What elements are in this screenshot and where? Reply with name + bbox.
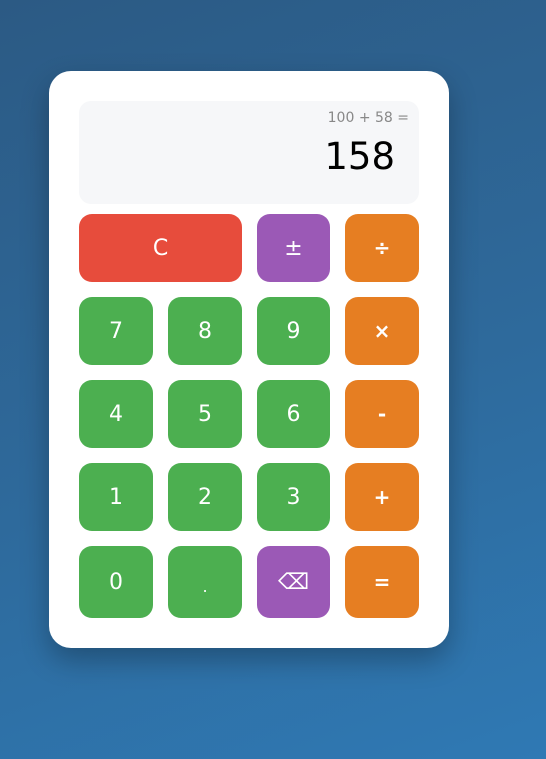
add-button[interactable]: + — [345, 463, 419, 531]
digit-4-button[interactable]: 4 — [79, 380, 153, 448]
backspace-button[interactable]: ⌫ — [257, 546, 330, 618]
subtract-button[interactable]: - — [345, 380, 419, 448]
divide-button[interactable]: ÷ — [345, 214, 419, 282]
digit-9-button[interactable]: 9 — [257, 297, 330, 365]
expression-readout: 100 + 58 = — [327, 110, 409, 126]
digit-1-button[interactable]: 1 — [79, 463, 153, 531]
decimal-button[interactable]: . — [168, 546, 242, 618]
digit-0-button[interactable]: 0 — [79, 546, 153, 618]
digit-7-button[interactable]: 7 — [79, 297, 153, 365]
backspace-icon: ⌫ — [277, 569, 310, 595]
digit-3-button[interactable]: 3 — [257, 463, 330, 531]
result-readout: 158 — [324, 135, 395, 178]
digit-8-button[interactable]: 8 — [168, 297, 242, 365]
digit-6-button[interactable]: 6 — [257, 380, 330, 448]
digit-2-button[interactable]: 2 — [168, 463, 242, 531]
equals-button[interactable]: = — [345, 546, 419, 618]
plus-minus-button[interactable]: ± — [257, 214, 330, 282]
decimal-label: . — [202, 576, 208, 596]
calculator-display: 100 + 58 = 158 — [79, 101, 419, 204]
multiply-button[interactable]: × — [345, 297, 419, 365]
calculator-panel: 100 + 58 = 158 C ± ÷ 7 8 9 × 4 5 6 - 1 2… — [49, 71, 449, 648]
digit-5-button[interactable]: 5 — [168, 380, 242, 448]
clear-button[interactable]: C — [79, 214, 242, 282]
